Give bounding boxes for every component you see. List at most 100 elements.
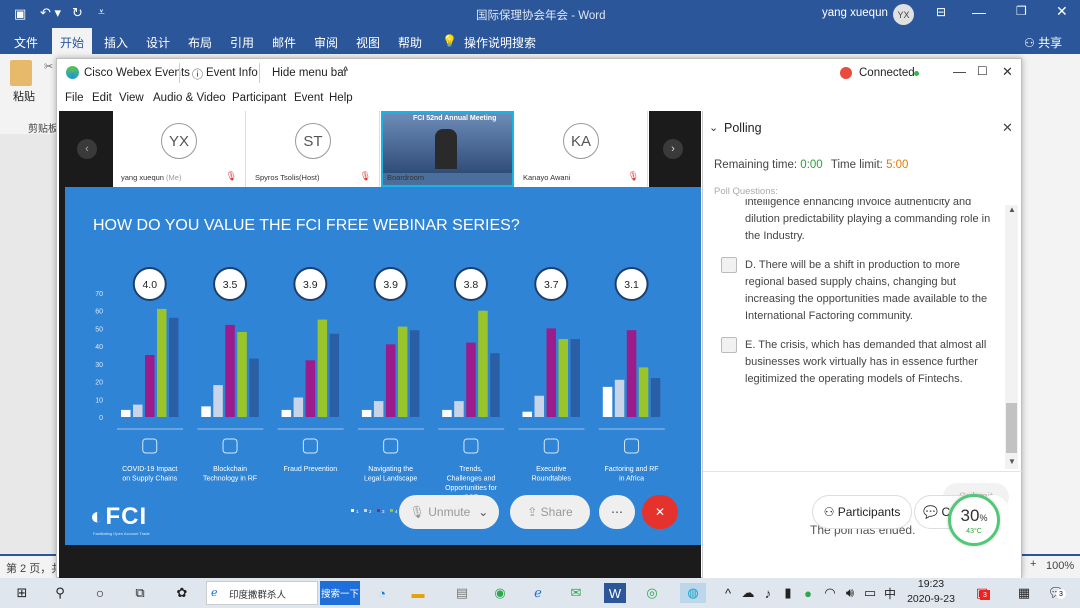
- hide-menu-button[interactable]: Hide menu bar: [272, 67, 347, 79]
- menu-edit[interactable]: Edit: [92, 92, 112, 104]
- taskbar-search-button[interactable]: 搜索一下: [320, 581, 360, 605]
- chart-bar: [570, 339, 580, 417]
- app-circle-icon[interactable]: ◎: [642, 583, 662, 603]
- menu-help[interactable]: Help: [329, 92, 353, 104]
- restore-icon[interactable]: ❐: [1016, 4, 1027, 18]
- chevron-right-icon[interactable]: ›: [663, 139, 683, 159]
- search-icon[interactable]: ⚲: [50, 583, 70, 603]
- webex-logo-icon: [66, 66, 79, 79]
- webex-taskbar-icon[interactable]: ◍: [680, 583, 706, 603]
- remaining-time: 0:00: [800, 159, 823, 171]
- menu-file[interactable]: File: [65, 92, 84, 104]
- redo-icon[interactable]: ↻: [72, 5, 83, 21]
- video-feed: FCI 52nd Annual Meeting: [383, 113, 512, 173]
- tab-insert[interactable]: 插入: [104, 34, 128, 51]
- chart-bar: [133, 404, 143, 417]
- performance-gauge[interactable]: 30% 43°C: [948, 494, 1000, 546]
- webex-close-icon[interactable]: ✕: [1002, 64, 1013, 80]
- event-info-button[interactable]: Event Info: [206, 67, 258, 79]
- zoom-plus-icon[interactable]: +: [1030, 558, 1036, 570]
- internet-explorer-icon[interactable]: ℯ: [528, 583, 548, 603]
- leave-meeting-icon[interactable]: ✕: [642, 495, 678, 529]
- undo-icon[interactable]: ↶ ▾: [40, 5, 61, 21]
- paste-label[interactable]: 粘贴: [13, 88, 35, 104]
- task-view-icon[interactable]: ⧉: [130, 583, 150, 603]
- edge-icon[interactable]: ◔: [372, 583, 392, 603]
- ime-indicator[interactable]: 中: [880, 583, 900, 603]
- scroll-up-icon[interactable]: ▲: [1008, 205, 1016, 214]
- option-e-checkbox[interactable]: [721, 337, 737, 353]
- file-explorer-icon[interactable]: ▬: [408, 583, 428, 603]
- tray-chevron-icon[interactable]: ^: [718, 583, 738, 603]
- taskbar-time[interactable]: 19:23: [908, 578, 954, 590]
- webex-maximize-icon[interactable]: ☐: [977, 64, 988, 78]
- cut-icon[interactable]: ✂: [44, 60, 53, 73]
- tray-app-icon[interactable]: ▦: [1014, 583, 1034, 603]
- participants-button[interactable]: ⚇ Participants: [812, 495, 912, 529]
- participant-role: (Host): [299, 173, 320, 182]
- share-content-button[interactable]: ⇪ Share: [510, 495, 590, 529]
- participant-tile[interactable]: KA Kanayo Awani 🎙︎: [515, 111, 648, 187]
- page-count: 第 2 页，共: [6, 563, 63, 575]
- menu-view[interactable]: View: [119, 92, 144, 104]
- browser-green-icon[interactable]: ◉: [490, 583, 510, 603]
- poll-close-icon[interactable]: ✕: [1002, 120, 1013, 136]
- word-taskbar-icon[interactable]: W: [604, 583, 626, 603]
- category-label: on Supply Chains: [122, 476, 177, 483]
- chevron-down-icon[interactable]: ⌄: [478, 505, 488, 519]
- tray-wifi-icon[interactable]: ◠: [820, 583, 840, 603]
- app-pinwheel-icon[interactable]: ✿: [172, 583, 192, 603]
- menu-audio-video[interactable]: Audio & Video: [153, 92, 226, 104]
- tab-help[interactable]: 帮助: [398, 34, 422, 51]
- menu-participant[interactable]: Participant: [232, 92, 286, 104]
- category-icon: [624, 438, 640, 454]
- tell-me-search[interactable]: 操作说明搜索: [464, 34, 536, 51]
- wechat-icon[interactable]: ✉: [566, 583, 586, 603]
- tab-layout[interactable]: 布局: [188, 34, 212, 51]
- taskbar-search-box[interactable]: ℯ 印度撒群杀人: [206, 581, 318, 605]
- tab-design[interactable]: 设计: [146, 34, 170, 51]
- avatar: ST: [295, 123, 331, 159]
- zoom-level[interactable]: 100%: [1046, 560, 1074, 572]
- tray-bell-icon[interactable]: ♪: [758, 583, 778, 603]
- tray-cloud-icon[interactable]: ☁: [738, 583, 758, 603]
- tab-view[interactable]: 视图: [356, 34, 380, 51]
- option-d-checkbox[interactable]: [721, 257, 737, 273]
- menu-event[interactable]: Event: [294, 92, 323, 104]
- more-options-icon[interactable]: ⋯: [599, 495, 635, 529]
- customize-icon[interactable]: ⩡: [98, 5, 105, 20]
- cortana-icon[interactable]: ○: [90, 583, 110, 603]
- ribbon-display-icon[interactable]: ⊟: [936, 5, 946, 19]
- participant-tile-active[interactable]: FCI 52nd Annual Meeting Boardroom: [381, 111, 514, 187]
- tray-network-icon[interactable]: ▭: [860, 583, 880, 603]
- chart-bar: [293, 397, 304, 417]
- app-icon[interactable]: ▤: [452, 583, 472, 603]
- scroll-thumb[interactable]: [1006, 403, 1017, 453]
- unmute-button[interactable]: 🎙︎ Unmute ⌄: [399, 495, 499, 529]
- muted-mic-icon: 🎙︎: [627, 171, 639, 181]
- close-icon[interactable]: ✕: [1056, 3, 1068, 20]
- user-avatar[interactable]: YX: [893, 4, 914, 25]
- tray-security-icon[interactable]: ●: [798, 583, 818, 603]
- tab-home[interactable]: 开始: [52, 28, 93, 54]
- scroll-down-icon[interactable]: ▼: [1008, 457, 1016, 466]
- tab-review[interactable]: 审阅: [314, 34, 338, 51]
- chevron-left-icon[interactable]: ‹: [77, 139, 97, 159]
- participant-tile[interactable]: YX yang xuequn (Me) 🎙︎: [113, 111, 246, 187]
- poll-scrollbar[interactable]: ▲ ▼: [1005, 205, 1018, 469]
- webex-minimize-icon[interactable]: —: [953, 64, 966, 79]
- participant-tile[interactable]: ST Spyros Tsolis(Host) 🎙︎: [247, 111, 380, 187]
- chart-bar: [201, 406, 211, 417]
- minimize-icon[interactable]: —: [972, 4, 986, 20]
- chevron-down-icon[interactable]: ⌄: [709, 121, 718, 134]
- share-button[interactable]: ⚇ 共享: [1024, 34, 1062, 51]
- save-icon[interactable]: ▣: [14, 6, 26, 22]
- tray-speaker-icon[interactable]: 🔊︎: [840, 583, 860, 603]
- tab-references[interactable]: 引用: [230, 34, 254, 51]
- paste-icon[interactable]: [10, 60, 32, 86]
- tab-mailings[interactable]: 邮件: [272, 34, 296, 51]
- tab-file[interactable]: 文件: [14, 34, 38, 51]
- taskbar-date[interactable]: 2020-9-23: [900, 593, 962, 605]
- windows-start-icon[interactable]: ⊞: [12, 583, 32, 603]
- tray-battery-icon[interactable]: ▮: [778, 583, 798, 603]
